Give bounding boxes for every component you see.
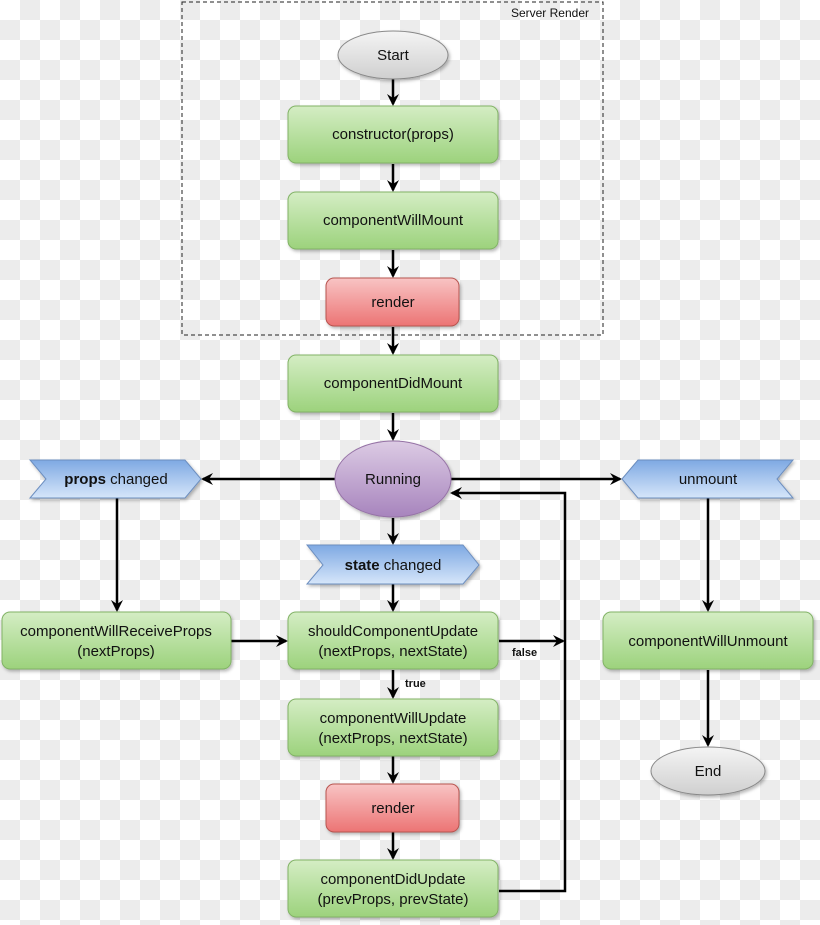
node-component-will-receive-props: componentWillReceiveProps (nextProps): [1, 611, 232, 670]
node-component-did-mount-label: componentDidMount: [324, 375, 463, 392]
node-running-label: Running: [365, 471, 421, 488]
node-render-mount-label: render: [371, 294, 414, 311]
node-props-changed: props changed: [28, 459, 202, 499]
node-cdu-line1: componentDidUpdate: [320, 871, 465, 888]
node-should-component-update: shouldComponentUpdate (nextProps, nextSt…: [287, 611, 499, 670]
node-component-did-update: componentDidUpdate (prevProps, prevState…: [287, 859, 499, 918]
node-props-changed-label: props changed: [64, 471, 167, 488]
node-render-update: render: [325, 783, 460, 833]
node-cwrp-line1: componentWillReceiveProps: [20, 623, 212, 640]
node-end: End: [650, 746, 766, 796]
node-component-did-mount: componentDidMount: [287, 354, 499, 413]
node-render-mount: render: [325, 277, 460, 327]
node-scu-line2: (nextProps, nextState): [318, 643, 467, 660]
lifecycle-diagram: Server Render true false Start construct…: [1, 1, 814, 918]
edge-label-false: false: [512, 647, 537, 659]
node-state-changed: state changed: [305, 544, 480, 585]
node-cdu-line2: (prevProps, prevState): [318, 891, 469, 908]
node-unmount-label: unmount: [679, 471, 738, 488]
node-cwup-line1: componentWillUpdate: [320, 710, 467, 727]
node-component-will-update: componentWillUpdate (nextProps, nextStat…: [287, 698, 499, 757]
props-changed-rest: changed: [106, 471, 168, 488]
state-changed-rest: changed: [380, 557, 442, 574]
server-render-label: Server Render: [511, 6, 589, 20]
node-end-label: End: [695, 763, 722, 780]
node-cwup-line2: (nextProps, nextState): [318, 730, 467, 747]
node-cwrp-line2: (nextProps): [77, 643, 155, 660]
node-scu-line1: shouldComponentUpdate: [308, 623, 478, 640]
node-unmount: unmount: [621, 459, 795, 499]
node-constructor-label: constructor(props): [332, 126, 454, 143]
props-keyword: props: [64, 471, 106, 488]
node-component-will-unmount: componentWillUnmount: [602, 611, 814, 670]
node-cwu-label: componentWillUnmount: [628, 633, 788, 650]
node-running: Running: [334, 440, 452, 518]
node-constructor: constructor(props): [287, 105, 499, 164]
node-start: Start: [337, 30, 449, 80]
state-keyword: state: [345, 557, 380, 574]
node-component-will-mount-label: componentWillMount: [323, 212, 464, 229]
node-component-will-mount: componentWillMount: [287, 191, 499, 250]
edge-label-true: true: [405, 678, 426, 690]
node-start-label: Start: [377, 47, 410, 64]
node-render-update-label: render: [371, 800, 414, 817]
node-state-changed-label: state changed: [345, 557, 442, 574]
